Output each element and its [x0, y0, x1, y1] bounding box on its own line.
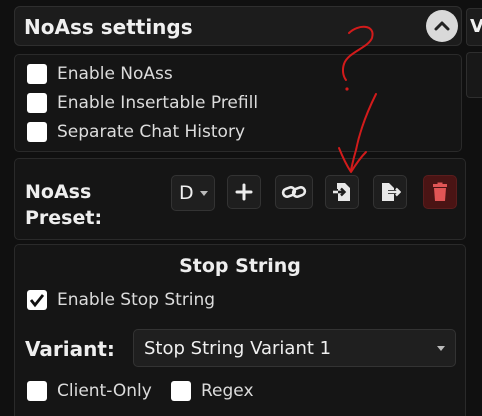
link-preset-button[interactable] [275, 175, 313, 209]
settings-header[interactable]: NoAss settings [14, 6, 462, 46]
regex-label: Regex [201, 381, 254, 401]
preset-panel: NoAss Preset: D [14, 158, 466, 240]
separate-history-row[interactable]: Separate Chat History [27, 122, 245, 142]
enable-prefill-label: Enable Insertable Prefill [57, 93, 259, 113]
adjacent-drawer-label: V [470, 16, 482, 37]
export-preset-button[interactable] [373, 175, 407, 209]
preset-select-value: D [179, 182, 194, 204]
enable-prefill-row[interactable]: Enable Insertable Prefill [27, 93, 258, 113]
adjacent-drawer-tab[interactable]: V [466, 8, 482, 46]
stop-string-panel: Stop String Enable Stop String Variant: … [14, 244, 466, 416]
chevron-down-icon [437, 346, 445, 351]
add-preset-button[interactable] [227, 175, 261, 209]
enable-noass-checkbox[interactable] [27, 64, 47, 84]
options-panel: Enable NoAss Enable Insertable Prefill S… [14, 54, 462, 152]
regex-checkbox[interactable] [171, 381, 191, 401]
adjacent-panel [466, 52, 482, 98]
enable-stop-string-checkbox[interactable] [27, 290, 47, 310]
delete-preset-button[interactable] [423, 175, 457, 209]
regex-row[interactable]: Regex [171, 381, 254, 401]
collapse-button[interactable] [426, 10, 458, 42]
import-preset-button[interactable] [325, 175, 359, 209]
plus-icon [235, 183, 253, 201]
enable-noass-label: Enable NoAss [57, 64, 173, 84]
client-only-label: Client-Only [57, 381, 152, 401]
enable-stop-string-label: Enable Stop String [57, 290, 216, 310]
link-icon [281, 186, 307, 198]
file-import-icon [333, 183, 350, 201]
separate-history-checkbox[interactable] [27, 122, 47, 142]
enable-noass-row[interactable]: Enable NoAss [27, 64, 173, 84]
chevron-up-icon [434, 21, 450, 31]
header-title: NoAss settings [24, 15, 193, 39]
preset-label: NoAss Preset: [25, 179, 115, 231]
checkmark-icon [29, 294, 45, 308]
variant-select[interactable]: Stop String Variant 1 [133, 329, 456, 367]
preset-select[interactable]: D [171, 175, 215, 211]
separate-history-label: Separate Chat History [57, 122, 246, 142]
variant-select-value: Stop String Variant 1 [144, 338, 332, 359]
client-only-checkbox[interactable] [27, 381, 47, 401]
stop-string-title: Stop String [179, 255, 301, 277]
trash-icon [433, 182, 447, 201]
file-export-icon [382, 183, 401, 201]
preset-label-text: NoAss Preset: [25, 181, 103, 229]
variant-label: Variant: [25, 337, 115, 361]
enable-stop-string-row[interactable]: Enable Stop String [27, 290, 215, 310]
enable-prefill-checkbox[interactable] [27, 93, 47, 113]
chevron-down-icon [200, 191, 208, 196]
client-only-row[interactable]: Client-Only [27, 381, 152, 401]
